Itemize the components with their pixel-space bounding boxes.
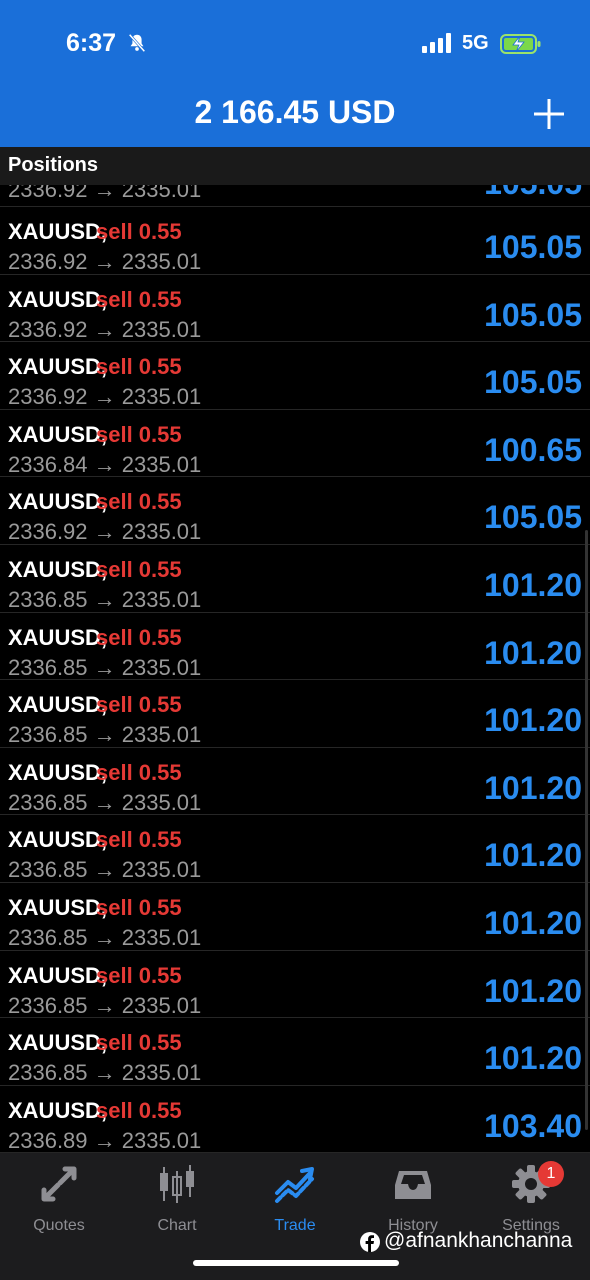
position-profit: 100.65 (484, 431, 582, 468)
position-symbol: XAUUSD, (8, 421, 108, 447)
battery-charging-icon (500, 34, 541, 54)
position-row[interactable]: XAUUSD, sell 0.55 2336.92 → 2335.01 105.05 (0, 477, 590, 545)
account-balance: 2 166.45 USD (194, 94, 396, 130)
position-prices: 2336.84 → 2335.01 (8, 451, 202, 477)
status-time: 6:37 (66, 29, 117, 57)
position-row[interactable]: XAUUSD, sell 0.55 2336.85 → 2335.01 101.20 (0, 680, 590, 748)
position-prices: 2336.92 → 2335.01 (8, 384, 202, 410)
position-row[interactable]: XAUUSD, sell 0.55 2336.89 → 2335.01 103.40 (0, 1086, 590, 1153)
position-profit: 105.05 (484, 229, 582, 265)
position-prices: 2336.85 → 2335.01 (8, 1060, 202, 1086)
position-prices: 2336.89 → 2335.01 (8, 1127, 202, 1153)
watermark-text: @afnankhanchanna (384, 1229, 573, 1252)
position-row[interactable]: XAUUSD, sell 0.55 2336.85 → 2335.01 101.20 (0, 1018, 590, 1086)
position-side: sell 0.55 (96, 759, 182, 785)
position-prices: 2336.85 → 2335.01 (8, 992, 202, 1018)
tab-history[interactable]: History (354, 1163, 472, 1235)
plus-icon[interactable] (530, 95, 568, 133)
position-row[interactable]: XAUUSD, sell 0.55 2336.85 → 2335.01 101.20 (0, 883, 590, 951)
position-prices: 2336.85 → 2335.01 (8, 586, 202, 612)
position-side: sell 0.55 (96, 827, 182, 853)
position-symbol: XAUUSD, (8, 354, 108, 380)
position-prices: 2336.92 → 2335.01 (8, 519, 202, 545)
position-side: sell 0.55 (96, 894, 182, 920)
position-prices: 2336.85 → 2335.01 (8, 722, 202, 748)
position-side: sell 0.55 (96, 354, 182, 380)
positions-list[interactable]: 2336.92 → 2335.01 105.05 XAUUSD, sell 0.5… (0, 175, 590, 1153)
position-prices: 2336.85 → 2335.01 (8, 924, 202, 950)
position-profit: 101.20 (484, 769, 582, 806)
position-row[interactable]: XAUUSD, sell 0.55 2336.85 → 2335.01 101.20 (0, 748, 590, 816)
position-symbol: XAUUSD, (8, 894, 108, 920)
position-symbol: XAUUSD, (8, 556, 108, 582)
position-side: sell 0.55 (96, 489, 182, 515)
position-prices: 2336.92 → 2335.01 (8, 316, 202, 342)
position-side: sell 0.55 (96, 286, 182, 312)
position-profit: 105.05 (484, 364, 582, 401)
candlestick-icon (160, 1165, 194, 1203)
app-header: 6:37 5G 2 166.45 USD (0, 0, 590, 147)
position-profit: 105.05 (484, 296, 582, 333)
position-profit: 101.20 (484, 634, 582, 671)
position-symbol: XAUUSD, (8, 219, 108, 244)
tab-trade[interactable]: Trade (236, 1163, 354, 1235)
position-side: sell 0.55 (96, 624, 182, 650)
position-symbol: XAUUSD, (8, 489, 108, 515)
position-row[interactable]: XAUUSD, sell 0.55 2336.85 → 2335.01 101.20 (0, 951, 590, 1019)
notification-badge: 1 (538, 1161, 564, 1187)
position-prices: 2336.85 → 2335.01 (8, 857, 202, 883)
position-row[interactable]: XAUUSD, sell 0.55 2336.85 → 2335.01 101.20 (0, 613, 590, 681)
signal-icon (422, 33, 451, 53)
position-row[interactable]: XAUUSD, sell 0.55 2336.92 → 2335.01 105.05 (0, 342, 590, 410)
tab-label: Chart (157, 1217, 197, 1234)
section-title: Positions (8, 154, 99, 176)
position-profit: 105.05 (484, 499, 582, 536)
position-symbol: XAUUSD, (8, 827, 108, 853)
position-side: sell 0.55 (96, 1030, 182, 1056)
position-prices: 2336.92 → 2335.01 (8, 249, 202, 274)
position-prices: 2336.85 → 2335.01 (8, 789, 202, 815)
position-symbol: XAUUSD, (8, 759, 108, 785)
position-profit: 101.20 (484, 837, 582, 874)
scrollbar[interactable] (585, 530, 588, 1130)
position-side: sell 0.55 (96, 219, 182, 244)
position-symbol: XAUUSD, (8, 692, 108, 718)
home-indicator (193, 1260, 399, 1266)
position-symbol: XAUUSD, (8, 286, 108, 312)
network-type: 5G (462, 32, 489, 54)
position-profit: 101.20 (484, 566, 582, 603)
position-row[interactable]: XAUUSD, sell 0.55 2336.92 → 2335.01 105.05 (0, 275, 590, 343)
position-symbol: XAUUSD, (8, 624, 108, 650)
position-profit: 101.20 (484, 972, 582, 1009)
position-row[interactable]: XAUUSD, sell 0.55 2336.92 → 2335.01 105.05 (0, 207, 590, 275)
tab-label: Quotes (33, 1217, 85, 1234)
positions-header: Positions (0, 147, 590, 185)
position-profit: 101.20 (484, 904, 582, 941)
position-side: sell 0.55 (96, 556, 182, 582)
position-side: sell 0.55 (96, 692, 182, 718)
quotes-arrows-icon (41, 1166, 77, 1202)
position-side: sell 0.55 (96, 1097, 182, 1123)
position-row[interactable]: XAUUSD, sell 0.55 2336.84 → 2335.01 100.65 (0, 410, 590, 478)
inbox-tray-icon (395, 1171, 431, 1199)
position-row[interactable]: XAUUSD, sell 0.55 2336.85 → 2335.01 101.20 (0, 815, 590, 883)
position-profit: 101.20 (484, 1040, 582, 1077)
position-side: sell 0.55 (96, 421, 182, 447)
position-symbol: XAUUSD, (8, 962, 108, 988)
position-row[interactable]: XAUUSD, sell 0.55 2336.85 → 2335.01 101.20 (0, 545, 590, 613)
position-prices: 2336.85 → 2335.01 (8, 654, 202, 680)
facebook-icon (360, 1232, 380, 1252)
position-symbol: XAUUSD, (8, 1097, 108, 1123)
tab-chart[interactable]: Chart (118, 1163, 236, 1235)
trend-up-icon (275, 1167, 314, 1203)
bell-slash-icon (128, 33, 146, 53)
position-symbol: XAUUSD, (8, 1030, 108, 1056)
position-profit: 103.40 (484, 1107, 582, 1144)
position-profit: 101.20 (484, 702, 582, 739)
tab-quotes[interactable]: Quotes (0, 1163, 118, 1235)
tab-label: Trade (274, 1217, 316, 1234)
tab-settings[interactable]: 1 Settings (472, 1161, 590, 1235)
position-side: sell 0.55 (96, 962, 182, 988)
